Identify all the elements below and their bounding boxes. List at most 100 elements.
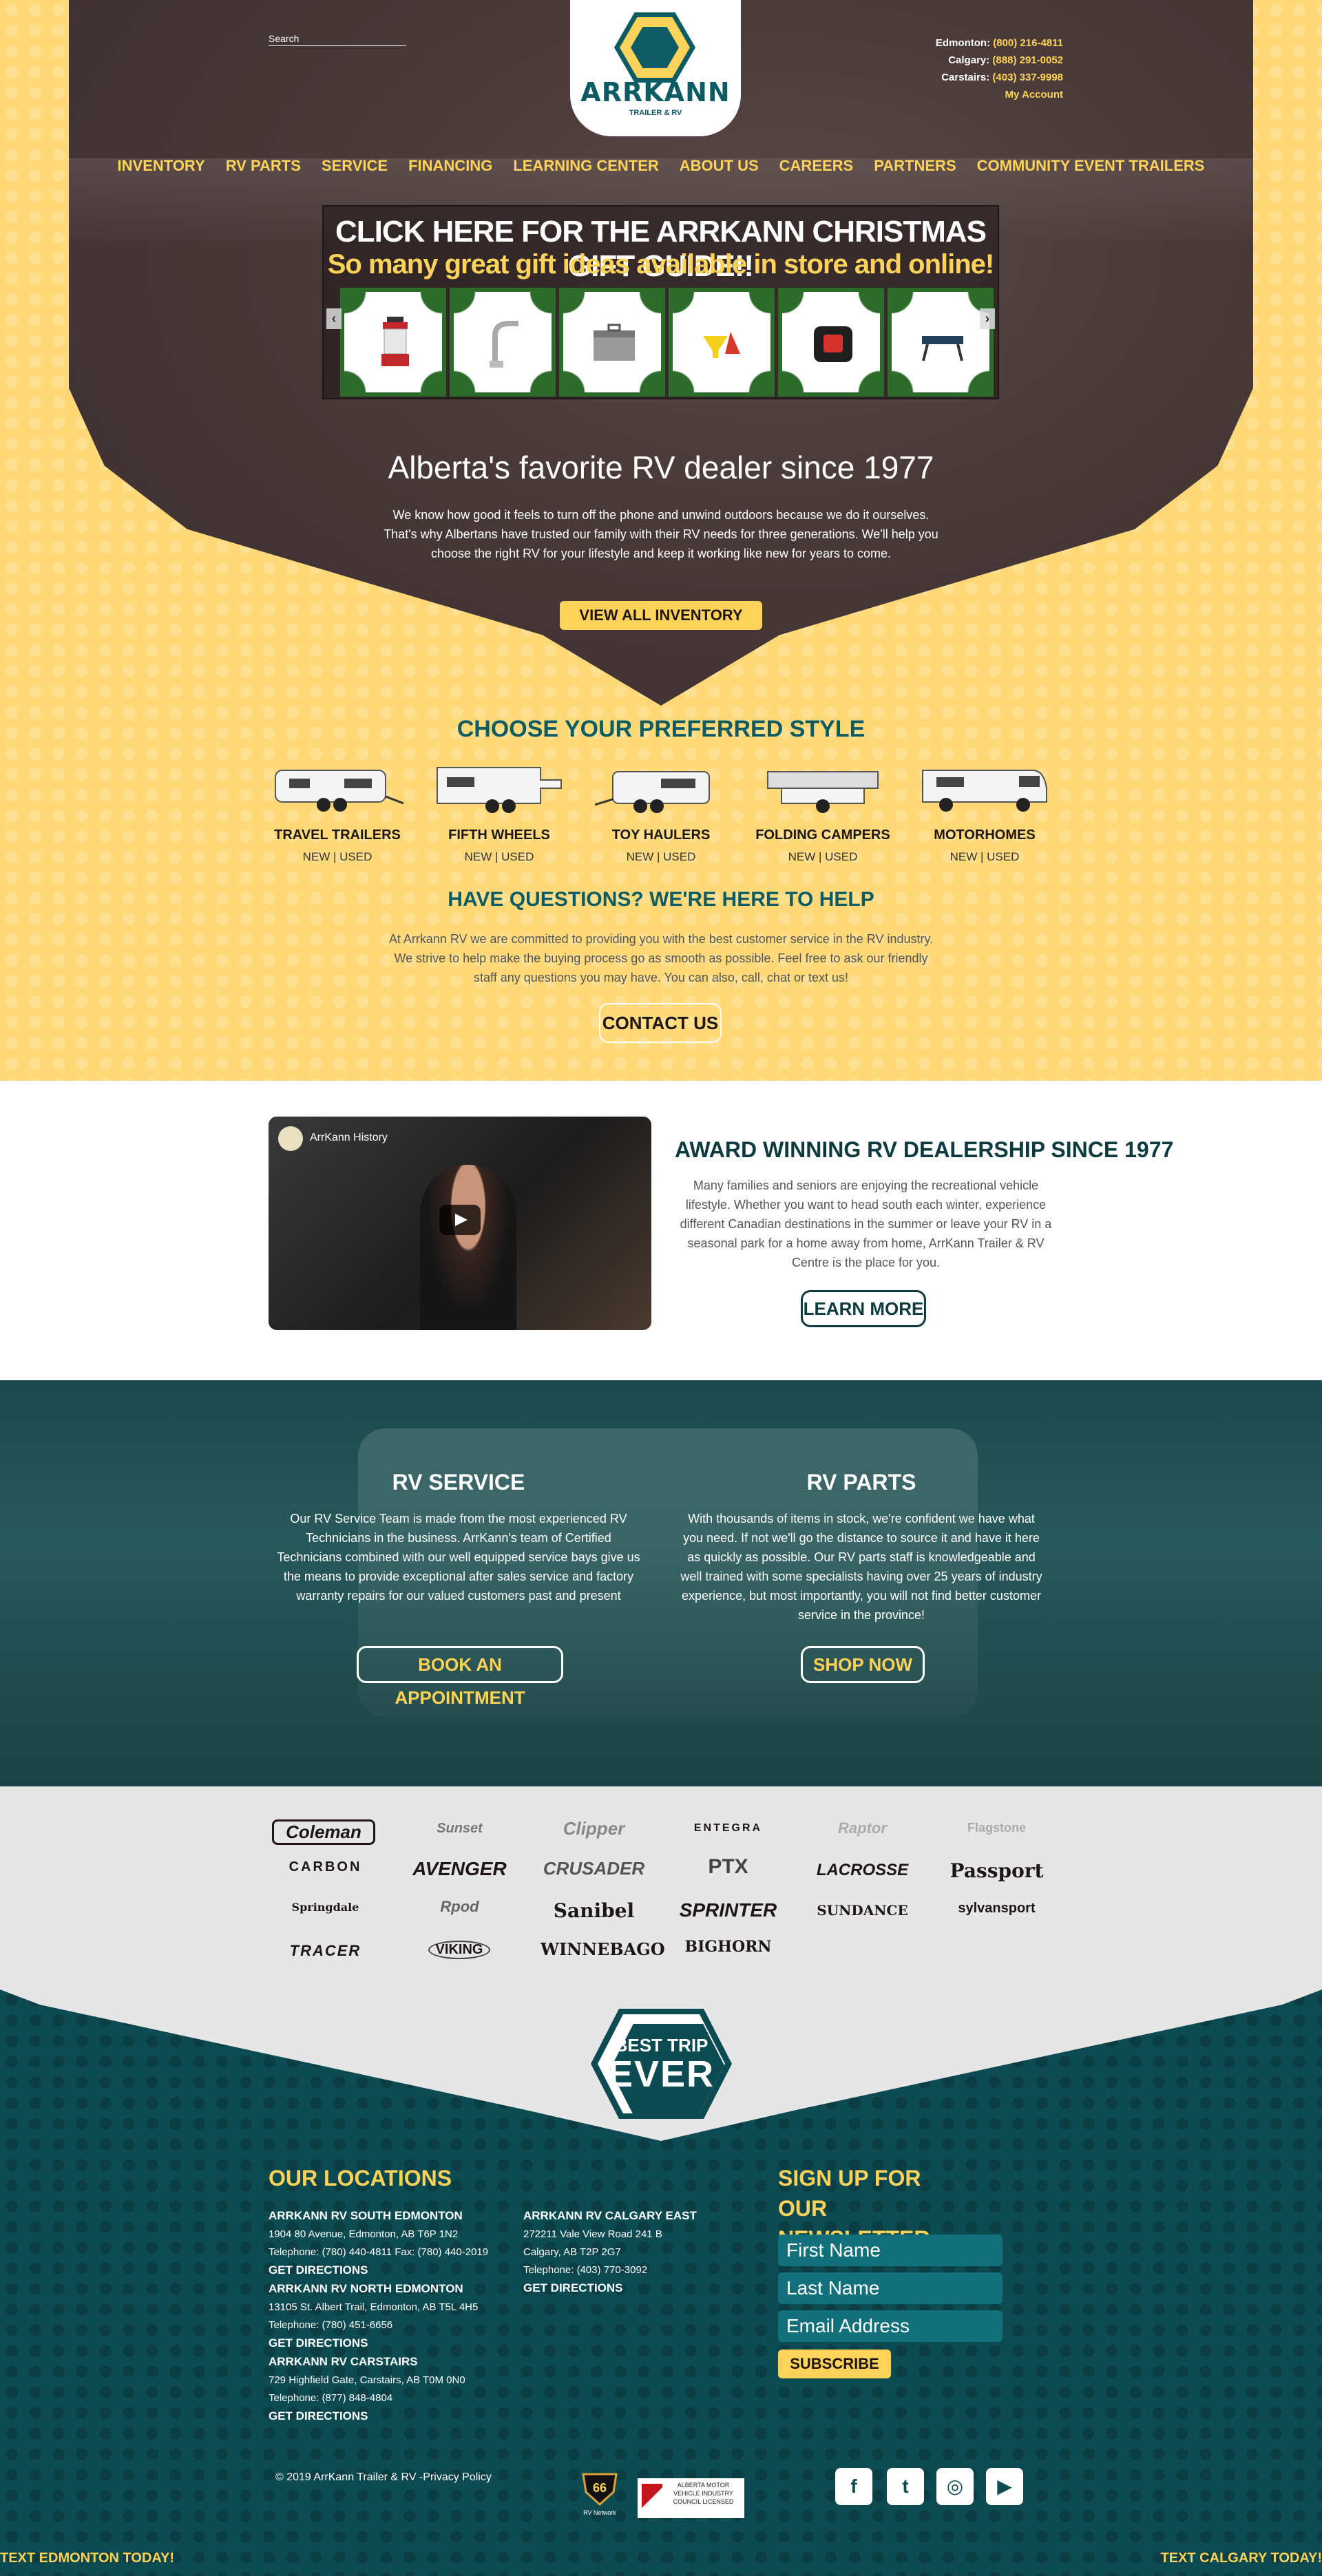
- product-carousel: [330, 288, 994, 397]
- brand-logo[interactable]: CARBON: [272, 1859, 379, 1875]
- style-fifth-wheels[interactable]: FIFTH WHEELS NEW | USED: [430, 761, 568, 864]
- video-thumbnail: [420, 1165, 516, 1330]
- brand-logo[interactable]: sylvansport: [943, 1901, 1050, 1917]
- last-name-input[interactable]: Last Name: [778, 2272, 1003, 2304]
- carousel-slide[interactable]: [340, 288, 446, 397]
- style-name: TOY HAULERS: [611, 827, 711, 843]
- rv-parts-block: RV PARTS With thousands of items in stoc…: [678, 1470, 1045, 1625]
- contact-us-button[interactable]: CONTACT US: [599, 1003, 722, 1043]
- brand-logo[interactable]: VIKING: [428, 1941, 490, 1959]
- privacy-policy-link[interactable]: Privacy Policy: [423, 2471, 492, 2483]
- brand-logo[interactable]: Sanibel: [541, 1899, 647, 1922]
- nav-about-us[interactable]: ABOUT US: [680, 157, 759, 175]
- history-video[interactable]: ArrKann History: [269, 1117, 651, 1330]
- nav-learning-center[interactable]: LEARNING CENTER: [513, 157, 658, 175]
- contact-label: Edmonton:: [935, 37, 991, 49]
- brand-logo[interactable]: TRACER: [272, 1942, 379, 1960]
- style-new-used-links[interactable]: NEW | USED: [430, 850, 568, 864]
- play-icon[interactable]: [439, 1205, 481, 1235]
- brand-logo[interactable]: LACROSSE: [809, 1861, 916, 1880]
- location-phone: Telephone: (877) 848-4804: [269, 2392, 393, 2404]
- my-account-link[interactable]: My Account: [936, 86, 1063, 103]
- logo-name: ARRKANN: [580, 77, 731, 107]
- style-new-used-links[interactable]: NEW | USED: [269, 850, 406, 864]
- brand-logo[interactable]: Passport: [943, 1859, 1050, 1882]
- brand-logo[interactable]: Clipper: [541, 1818, 647, 1839]
- rv-styles-list: TRAVEL TRAILERS NEW | USED FIFTH WHEELS …: [269, 761, 1053, 864]
- carousel-prev-button[interactable]: ‹: [326, 308, 342, 329]
- carousel-slide[interactable]: [450, 288, 556, 397]
- get-directions-link[interactable]: GET DIRECTIONS: [523, 2281, 623, 2294]
- brand-logo[interactable]: PTX: [675, 1855, 781, 1879]
- brand-logo[interactable]: ENTEGRA: [675, 1822, 781, 1835]
- carousel-slide[interactable]: [669, 288, 775, 397]
- fifth-wheel-icon: [437, 767, 562, 813]
- learn-more-button[interactable]: LEARN MORE: [801, 1290, 926, 1327]
- twitter-icon[interactable]: t: [887, 2468, 924, 2505]
- book-appointment-button[interactable]: BOOK AN APPOINTMENT: [357, 1646, 563, 1708]
- search-input[interactable]: Search: [269, 33, 406, 46]
- nav-rv-parts[interactable]: RV PARTS: [226, 157, 301, 175]
- brand-logo[interactable]: CRUSADER: [541, 1858, 647, 1879]
- brand-logo[interactable]: AVENGER: [406, 1858, 513, 1880]
- service-parts-section: RV SERVICE Our RV Service Team is made f…: [0, 1380, 1322, 1786]
- nav-community-event-trailers[interactable]: COMMUNITY EVENT TRAILERS: [977, 157, 1205, 175]
- rv-network-logo[interactable]: 66 RV Network: [580, 2471, 619, 2516]
- style-new-used-links[interactable]: NEW | USED: [754, 850, 892, 864]
- brand-logo[interactable]: Raptor: [809, 1819, 916, 1837]
- gift-guide-banner[interactable]: CLICK HERE FOR THE ARRKANN CHRISTMAS GIF…: [322, 205, 999, 399]
- style-travel-trailers[interactable]: TRAVEL TRAILERS NEW | USED: [269, 761, 406, 864]
- phone-link[interactable]: (403) 337-9998: [992, 72, 1063, 83]
- shop-now-button[interactable]: SHOP NOW: [801, 1646, 925, 1683]
- style-motorhomes[interactable]: MOTORHOMES NEW | USED: [916, 761, 1053, 864]
- view-all-inventory-button[interactable]: VIEW ALL INVENTORY: [560, 601, 762, 630]
- nav-financing[interactable]: FINANCING: [408, 157, 492, 175]
- location-name: ARRKANN RV SOUTH EDMONTON: [269, 2209, 463, 2222]
- style-folding-campers[interactable]: FOLDING CAMPERS NEW | USED: [754, 761, 892, 864]
- facebook-icon[interactable]: f: [835, 2468, 872, 2505]
- carousel-slide[interactable]: [778, 288, 884, 397]
- get-directions-link[interactable]: GET DIRECTIONS: [269, 2336, 368, 2350]
- text-edmonton-link[interactable]: TEXT EDMONTON TODAY!: [0, 2551, 174, 2566]
- location-phone: Telephone: (403) 770-3092: [523, 2264, 648, 2276]
- best-trip-ever-badge: BEST TRIP EVER: [591, 2009, 732, 2119]
- email-input[interactable]: Email Address: [778, 2310, 1003, 2342]
- get-directions-link[interactable]: GET DIRECTIONS: [269, 2409, 368, 2422]
- style-new-used-links[interactable]: NEW | USED: [592, 850, 730, 864]
- location-phone: Telephone: (780) 451-6656: [269, 2319, 393, 2331]
- text-calgary-link[interactable]: TEXT CALGARY TODAY!: [1161, 2551, 1322, 2566]
- hero-headline: Alberta's favorite RV dealer since 1977: [388, 450, 934, 485]
- style-new-used-links[interactable]: NEW | USED: [916, 850, 1053, 864]
- get-directions-link[interactable]: GET DIRECTIONS: [269, 2263, 368, 2277]
- phone-link[interactable]: (800) 216-4811: [993, 37, 1063, 49]
- nav-careers[interactable]: CAREERS: [779, 157, 854, 175]
- nav-partners[interactable]: PARTNERS: [874, 157, 956, 175]
- award-text: Many families and seniors are enjoying t…: [680, 1179, 1052, 1269]
- carousel-next-button[interactable]: ›: [980, 308, 995, 329]
- brand-logo[interactable]: Springdale: [272, 1901, 379, 1914]
- first-name-input[interactable]: First Name: [778, 2235, 1003, 2266]
- rv-parts-text: With thousands of items in stock, we're …: [680, 1512, 1042, 1622]
- brand-logo[interactable]: Rpod: [406, 1898, 513, 1916]
- carousel-slide[interactable]: [888, 288, 994, 397]
- brand-logo[interactable]: SUNDANCE: [809, 1902, 916, 1919]
- carousel-slide[interactable]: [559, 288, 665, 397]
- instagram-icon[interactable]: ◎: [936, 2468, 974, 2505]
- amvic-logo[interactable]: ALBERTA MOTOR VEHICLE INDUSTRY COUNCIL L…: [638, 2478, 744, 2518]
- svg-text:66: 66: [593, 2481, 607, 2495]
- style-toy-haulers[interactable]: TOY HAULERS NEW | USED: [592, 761, 730, 864]
- funnel-icon: [703, 332, 740, 358]
- brand-logo[interactable]: Flagstone: [943, 1821, 1050, 1835]
- brand-logo[interactable]: SPRINTER: [675, 1899, 781, 1921]
- subscribe-button[interactable]: SUBSCRIBE: [778, 2350, 891, 2378]
- phone-link[interactable]: (888) 291-0052: [992, 54, 1063, 66]
- nav-service[interactable]: SERVICE: [322, 157, 388, 175]
- nav-inventory[interactable]: INVENTORY: [118, 157, 205, 175]
- site-logo[interactable]: ARRKANN TRAILER & RV: [570, 0, 741, 136]
- brand-logo[interactable]: WINNEBAGO: [541, 1939, 665, 1959]
- youtube-icon[interactable]: ▶: [986, 2468, 1023, 2505]
- brand-logo[interactable]: Sunset: [406, 1821, 513, 1837]
- toolbox-icon: [594, 324, 635, 361]
- brand-logo[interactable]: BIGHORN: [675, 1938, 781, 1956]
- brand-logo[interactable]: Coleman: [272, 1819, 375, 1845]
